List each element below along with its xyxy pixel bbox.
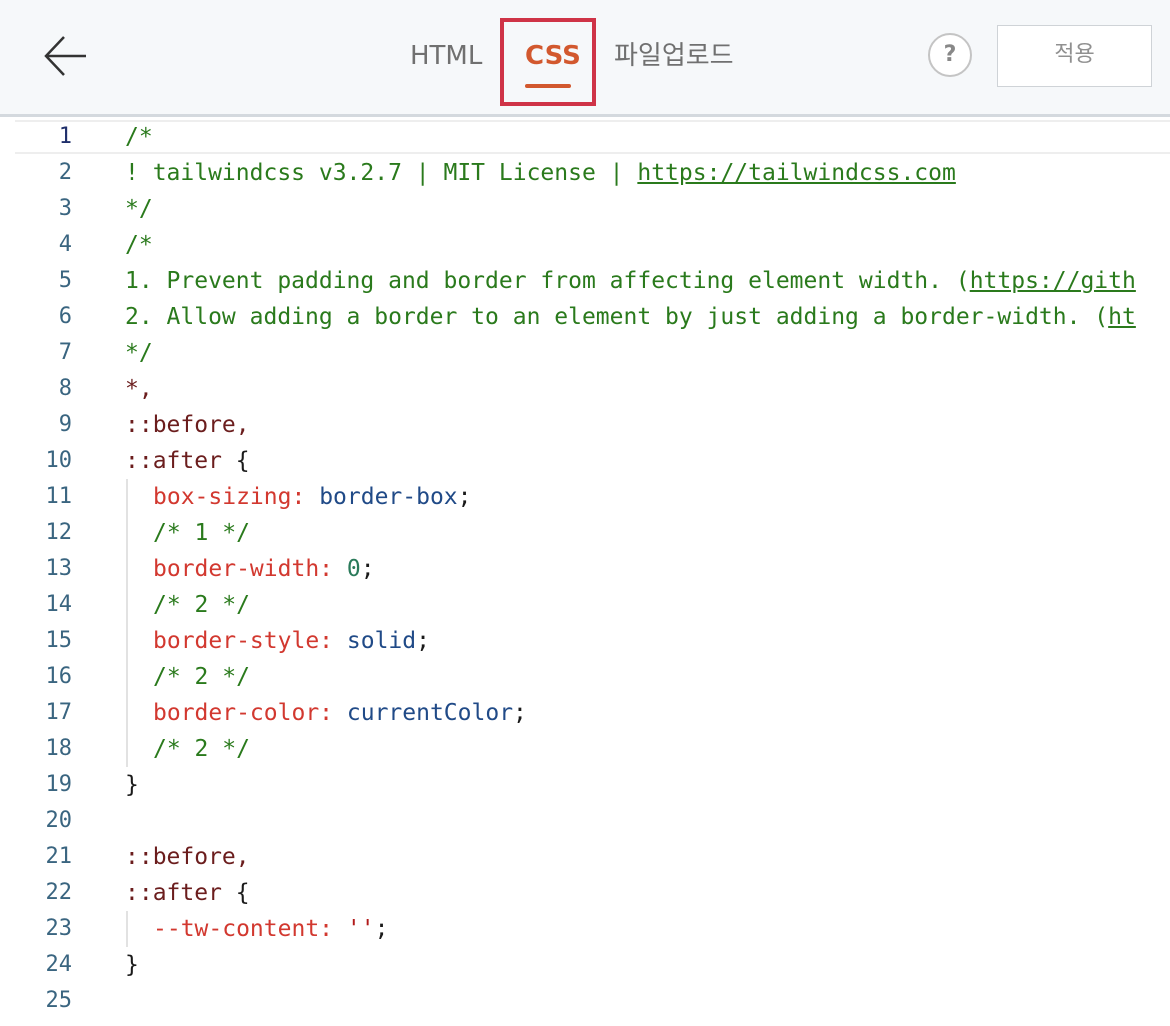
- code-line: /* 2 */: [153, 592, 250, 618]
- css-property: border-style: [153, 628, 320, 654]
- code-line: border-color: currentColor;: [153, 695, 527, 731]
- line-number: 22: [45, 880, 73, 905]
- code-line: box-sizing: border-box;: [153, 479, 472, 515]
- line-number: 1: [58, 124, 72, 149]
- code-line: ! tailwindcss v3.2.7 | MIT License | htt…: [125, 155, 956, 191]
- line-number: 23: [45, 916, 73, 941]
- line-number: 21: [45, 844, 73, 869]
- brace: {: [221, 880, 250, 906]
- code-line: 2. Allow adding a border to an element b…: [125, 299, 1136, 335]
- line-number: 11: [45, 484, 73, 509]
- colon: :: [319, 556, 347, 582]
- active-line-highlight: [15, 120, 1170, 154]
- css-property: box-sizing: [153, 484, 292, 510]
- colon: :: [319, 916, 347, 942]
- comment-link[interactable]: https://tailwindcss.com: [637, 160, 956, 186]
- indent-guide: [126, 911, 128, 947]
- semicolon: ;: [513, 700, 527, 726]
- code-line: ::after {: [125, 875, 250, 911]
- line-number: 12: [45, 520, 73, 545]
- back-button[interactable]: [40, 30, 92, 82]
- css-value: solid: [346, 628, 417, 654]
- comment-link[interactable]: https://gith: [970, 268, 1136, 294]
- comment-link[interactable]: ht: [1108, 304, 1136, 330]
- code-editor[interactable]: 1 2 3 4 5 6 7 8 9 10 11 12 13 14 15 16 1…: [0, 117, 1170, 1026]
- code-line: border-style: solid;: [153, 623, 430, 659]
- comment-text: ! tailwindcss v3.2.7 | MIT License |: [125, 160, 638, 186]
- css-value: 0: [346, 556, 361, 582]
- css-value: '': [346, 916, 375, 942]
- line-number: 2: [58, 160, 72, 185]
- line-number: 25: [45, 988, 73, 1013]
- line-number: 13: [45, 556, 73, 581]
- code-line: ::after {: [125, 443, 250, 479]
- code-line: /* 2 */: [153, 736, 250, 762]
- colon: :: [319, 700, 347, 726]
- code-line: 1. Prevent padding and border from affec…: [125, 263, 1136, 299]
- code-line: ::before,: [125, 844, 250, 870]
- help-button[interactable]: ?: [928, 33, 972, 77]
- code-line: }: [125, 952, 139, 978]
- line-number: 7: [58, 340, 72, 365]
- semicolon: ;: [360, 556, 375, 582]
- code-line: /*: [125, 232, 153, 258]
- line-number: 10: [45, 448, 73, 473]
- semicolon: ;: [457, 484, 472, 510]
- line-number: 14: [45, 592, 73, 617]
- code-line: /* 1 */: [153, 520, 250, 546]
- code-line: ::before,: [125, 412, 250, 438]
- colon: :: [291, 484, 320, 510]
- line-number: 3: [58, 196, 72, 221]
- semicolon: ;: [416, 628, 430, 654]
- comment-text: 1. Prevent padding and border from affec…: [125, 268, 970, 294]
- line-number: 4: [58, 232, 72, 257]
- css-value: border-box: [319, 484, 458, 510]
- tab-highlight-box: [500, 18, 596, 106]
- colon: :: [319, 628, 347, 654]
- line-number: 15: [45, 628, 73, 653]
- tab-file-upload[interactable]: 파일업로드: [614, 36, 734, 76]
- line-number: 18: [45, 736, 73, 761]
- css-value: currentColor: [346, 700, 514, 726]
- code-line: /*: [125, 124, 153, 150]
- selector: ::after: [125, 880, 222, 906]
- indent-guide: [126, 479, 128, 767]
- line-number: 20: [45, 808, 73, 833]
- top-bar: HTML CSS 파일업로드 ? 적용: [0, 0, 1170, 117]
- line-number: 17: [45, 700, 73, 725]
- tab-html[interactable]: HTML: [410, 36, 486, 76]
- line-number: 9: [58, 412, 72, 437]
- semicolon: ;: [374, 916, 389, 942]
- line-number: 5: [58, 268, 72, 293]
- brace: {: [221, 448, 250, 474]
- code-line: --tw-content: '';: [153, 911, 388, 947]
- code-line: }: [125, 772, 139, 798]
- code-line: /* 2 */: [153, 664, 250, 690]
- arrow-left-icon: [44, 36, 86, 76]
- line-number: 19: [45, 772, 73, 797]
- selector: ::after: [125, 448, 222, 474]
- line-number: 8: [58, 376, 72, 401]
- code-line: border-width: 0;: [153, 551, 375, 587]
- apply-button[interactable]: 적용: [997, 25, 1152, 87]
- css-property: --tw-content: [153, 916, 320, 942]
- line-number: 6: [58, 304, 72, 329]
- code-line: *,: [125, 376, 153, 402]
- line-number: 24: [45, 952, 73, 977]
- code-line: */: [125, 340, 153, 366]
- css-property: border-width: [153, 556, 320, 582]
- line-number: 16: [45, 664, 73, 689]
- css-property: border-color: [153, 700, 320, 726]
- comment-text: 2. Allow adding a border to an element b…: [125, 304, 1109, 330]
- code-line: */: [125, 196, 153, 222]
